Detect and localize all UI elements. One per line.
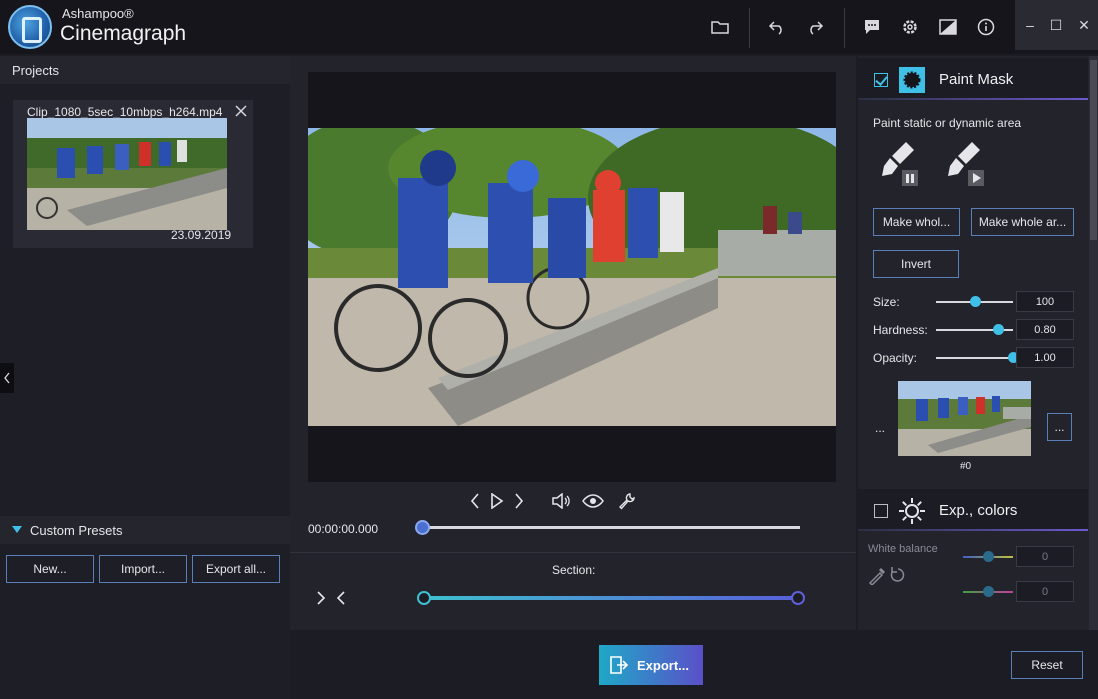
hardness-label: Hardness: [873, 323, 928, 337]
dynamic-brush-icon[interactable] [942, 140, 988, 188]
export-all-presets-button[interactable]: Export all... [192, 555, 280, 583]
compare-icon[interactable] [933, 12, 963, 42]
app-window: Ashampoo® Cinemagraph – ☐ ✕ Projects Cli… [0, 0, 1098, 699]
custom-presets-title: Custom Presets [30, 523, 123, 538]
tint-value[interactable]: 0 [1016, 581, 1074, 602]
hardness-value[interactable]: 0.80 [1016, 319, 1074, 340]
paint-mask-icon [899, 67, 925, 93]
eye-icon[interactable] [582, 490, 604, 512]
export-button[interactable]: Export... [599, 645, 703, 685]
static-brush-icon[interactable] [876, 140, 922, 188]
opacity-slider[interactable] [936, 357, 1013, 359]
undo-icon[interactable] [762, 12, 792, 42]
right-panel: Paint Mask Paint static or dynamic area … [858, 56, 1098, 630]
expand-triangle-icon [12, 526, 22, 533]
video-viewport [308, 72, 836, 482]
toolbar-separator [749, 8, 750, 48]
timecode-display: 00:00:00.000 [308, 522, 379, 536]
bottom-bar: Export... Reset [290, 630, 1098, 699]
white-balance-label: White balance [868, 543, 938, 555]
section-range-bar[interactable] [424, 596, 798, 600]
redo-icon[interactable] [800, 12, 830, 42]
info-icon[interactable] [971, 12, 1001, 42]
temperature-value[interactable]: 0 [1016, 546, 1074, 567]
projects-header: Projects [0, 56, 290, 84]
custom-presets-header[interactable]: Custom Presets [0, 516, 290, 544]
new-preset-button[interactable]: New... [6, 555, 94, 583]
size-label: Size: [873, 295, 900, 309]
settings-icon[interactable] [895, 12, 925, 42]
project-thumbnail[interactable] [27, 118, 227, 230]
project-filename: Clip_1080_5sec_10mbps_h264.mp4 [27, 105, 223, 119]
make-whole-static-button[interactable]: Make whol... [873, 208, 960, 236]
hardness-slider-knob[interactable] [992, 324, 1004, 335]
project-date: 23.09.2019 [171, 228, 232, 242]
collapse-panel-toggle[interactable] [0, 363, 14, 393]
timeline-playhead[interactable] [415, 520, 430, 535]
size-slider-knob[interactable] [969, 296, 981, 307]
section-label: Section: [552, 563, 596, 577]
video-frame[interactable] [308, 128, 836, 426]
wrench-icon[interactable] [616, 490, 638, 512]
maximize-button[interactable]: ☐ [1045, 14, 1067, 36]
exp-colors-header: Exp., colors [858, 489, 1088, 531]
exp-colors-title: Exp., colors [939, 502, 1018, 519]
temperature-slider-knob[interactable] [983, 551, 994, 562]
volume-icon[interactable] [550, 490, 572, 512]
feedback-icon[interactable] [857, 12, 887, 42]
export-icon [610, 656, 629, 674]
close-button[interactable]: ✕ [1073, 14, 1095, 36]
opacity-label: Opacity: [873, 351, 918, 365]
minimize-button[interactable]: – [1019, 14, 1041, 36]
toolbar-separator [844, 8, 845, 48]
title-bar: Ashampoo® Cinemagraph – ☐ ✕ [0, 0, 1098, 54]
folder-icon[interactable] [705, 12, 735, 42]
next-frame-icon[interactable] [508, 490, 530, 512]
make-whole-dynamic-button[interactable]: Make whole ar... [971, 208, 1074, 236]
paint-mask-header: Paint Mask [858, 58, 1088, 100]
mask-frame-thumbnail[interactable] [898, 381, 1031, 456]
project-item[interactable]: Clip_1080_5sec_10mbps_h264.mp4 23.09.201… [13, 100, 253, 248]
tint-slider-knob[interactable] [983, 586, 994, 597]
section-end-handle[interactable] [791, 591, 805, 605]
eyedropper-icon[interactable] [868, 565, 908, 587]
opacity-value[interactable]: 1.00 [1016, 347, 1074, 368]
projects-title: Projects [12, 63, 59, 78]
export-label: Export... [636, 657, 689, 673]
section-nav[interactable] [316, 588, 350, 608]
header-underline [858, 529, 1088, 531]
frame-number: #0 [960, 461, 972, 472]
more-frames-button[interactable]: ... [1047, 413, 1072, 441]
header-underline [858, 98, 1088, 100]
reset-button[interactable]: Reset [1011, 651, 1083, 679]
scrollbar-thumb[interactable] [1090, 60, 1097, 240]
paint-mask-checkbox[interactable] [874, 73, 888, 87]
app-logo [8, 5, 52, 49]
brand-product: Cinemagraph [60, 22, 187, 45]
window-controls: – ☐ ✕ [1015, 0, 1098, 50]
close-icon[interactable] [235, 104, 249, 118]
sun-icon [898, 497, 926, 525]
timeline-track[interactable] [420, 526, 800, 529]
divider [290, 552, 856, 553]
section-start-handle[interactable] [417, 591, 431, 605]
previous-frame-icon[interactable] [464, 490, 486, 512]
preview-area: 00:00:00.000 Section: [290, 56, 856, 699]
size-value[interactable]: 100 [1016, 291, 1074, 312]
invert-button[interactable]: Invert [873, 250, 959, 278]
import-preset-button[interactable]: Import... [99, 555, 187, 583]
left-panel: Projects Clip_1080_5sec_10mbps_h264.mp4 [0, 56, 290, 699]
exp-colors-checkbox[interactable] [874, 504, 888, 518]
brand-company: Ashampoo® [62, 6, 134, 21]
paint-mask-title: Paint Mask [939, 71, 1014, 88]
paint-mask-subtitle: Paint static or dynamic area [873, 116, 1022, 130]
previous-frames-button[interactable]: ... [875, 421, 885, 435]
play-icon[interactable] [486, 490, 508, 512]
